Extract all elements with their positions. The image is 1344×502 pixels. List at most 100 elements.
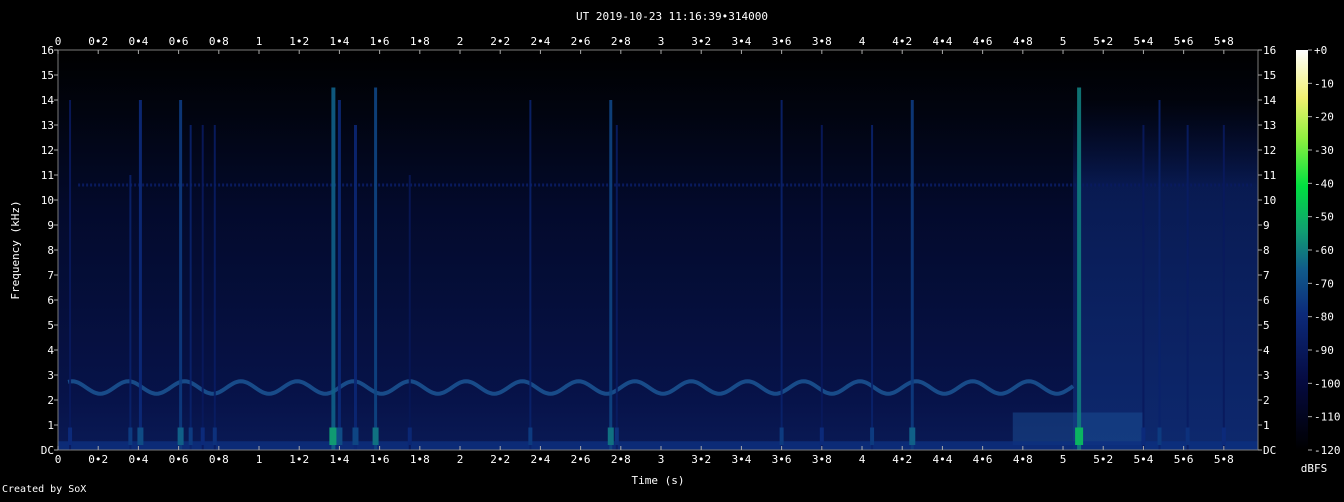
x-tick-label-bottom: 3 xyxy=(658,453,665,466)
colorbar-tick-label: -60 xyxy=(1314,244,1334,257)
colorbar-tick-label: -30 xyxy=(1314,144,1334,157)
x-tick-label-top: 5•2 xyxy=(1093,35,1113,48)
x-tick-label-top: 0•6 xyxy=(169,35,189,48)
x-tick-label-bottom: 1•2 xyxy=(289,453,309,466)
transient-base xyxy=(128,427,133,445)
transient-streak xyxy=(529,100,532,450)
colorbar-tick-label: -20 xyxy=(1314,111,1334,124)
x-tick-label-bottom: 0 xyxy=(55,453,62,466)
y-tick-label-left: 13 xyxy=(41,119,54,132)
transient-streak xyxy=(1142,125,1145,450)
x-tick-label-bottom: 2•8 xyxy=(611,453,631,466)
x-tick-label-top: 4 xyxy=(859,35,866,48)
transient-streak xyxy=(374,87,378,450)
x-tick-label-bottom: 0•2 xyxy=(88,453,108,466)
x-tick-label-bottom: 1•6 xyxy=(370,453,390,466)
y-tick-label-right: 15 xyxy=(1263,69,1276,82)
x-tick-label-top: 2 xyxy=(457,35,464,48)
y-tick-label-left: 14 xyxy=(41,94,55,107)
x-tick-label-bottom: 2 xyxy=(457,453,464,466)
transient-streak xyxy=(1158,100,1161,450)
transient-base xyxy=(1141,427,1146,445)
transient-base xyxy=(909,427,916,445)
transient-streak xyxy=(910,100,914,450)
transient-base xyxy=(528,427,533,445)
transient-streak xyxy=(129,175,132,450)
x-tick-label-bottom: 5•8 xyxy=(1214,453,1234,466)
x-tick-label-top: 1•6 xyxy=(370,35,390,48)
transient-streak xyxy=(871,125,874,450)
transient-streak xyxy=(1222,125,1225,450)
x-tick-label-top: 0 xyxy=(55,35,62,48)
transient-base xyxy=(336,427,343,445)
x-tick-label-top: 1•2 xyxy=(289,35,309,48)
y-tick-label-left: 9 xyxy=(47,219,54,232)
x-tick-label-bottom: 3•2 xyxy=(691,453,711,466)
y-axis-label: Frequency (kHz) xyxy=(9,200,22,299)
transient-streak xyxy=(408,175,411,450)
y-tick-label-left: 8 xyxy=(47,244,54,257)
y-tick-label-right: 10 xyxy=(1263,194,1276,207)
x-tick-label-top: 4•2 xyxy=(892,35,912,48)
transient-streak xyxy=(69,100,72,450)
transient-streak xyxy=(820,125,823,450)
transient-base xyxy=(177,427,184,445)
x-tick-label-bottom: 3•8 xyxy=(812,453,832,466)
transient-base xyxy=(352,427,359,445)
y-tick-label-right: 1 xyxy=(1263,419,1270,432)
x-tick-label-bottom: 2•4 xyxy=(530,453,550,466)
y-tick-label-right: 2 xyxy=(1263,394,1270,407)
x-tick-label-top: 2•4 xyxy=(530,35,550,48)
y-tick-label-left: 15 xyxy=(41,69,54,82)
y-tick-label-right: 6 xyxy=(1263,294,1270,307)
colorbar-tick-label: -70 xyxy=(1314,277,1334,290)
y-tick-label-right: 8 xyxy=(1263,244,1270,257)
transient-streak xyxy=(213,125,216,450)
colorbar-ticks: +0 -10 -20 -30 -40 -50 -60 -70 -80 -90 -100 -110 -12… xyxy=(1308,44,1341,457)
transient-base xyxy=(137,427,144,445)
y-tick-label-right: 16 xyxy=(1263,44,1276,57)
transient-base xyxy=(1075,427,1084,445)
y-tick-label-left: 12 xyxy=(41,144,54,157)
x-tick-label-bottom: 0•6 xyxy=(169,453,189,466)
transient-base xyxy=(407,427,412,445)
transient-base xyxy=(614,427,619,445)
transient-streak xyxy=(189,125,192,450)
x-tick-label-bottom: 5•2 xyxy=(1093,453,1113,466)
y-tick-label-left: 3 xyxy=(47,369,54,382)
x-tick-label-top: 3 xyxy=(658,35,665,48)
transient-base xyxy=(212,427,217,445)
y-tick-label-left: 5 xyxy=(47,319,54,332)
x-tick-label-top: 5•8 xyxy=(1214,35,1234,48)
x-tick-label-bottom: 4 xyxy=(859,453,866,466)
x-tick-label-top: 0•4 xyxy=(128,35,148,48)
colorbar-tick-label: -90 xyxy=(1314,344,1334,357)
y-tick-label-left: 7 xyxy=(47,269,54,282)
x-tick-label-bottom: 4•2 xyxy=(892,453,912,466)
y-tick-label-right: 7 xyxy=(1263,269,1270,282)
x-tick-label-bottom: 5•6 xyxy=(1174,453,1194,466)
transient-base xyxy=(870,427,875,445)
x-tick-label-top: 5 xyxy=(1060,35,1067,48)
x-tick-label-bottom: 4•6 xyxy=(973,453,993,466)
spectrogram-figure: UT 2019-10-23 11:16:39•314000 0 0 0•2 0•2 0•… xyxy=(0,0,1344,498)
x-tick-label-top: 2•2 xyxy=(490,35,510,48)
x-tick-label-top: 4•8 xyxy=(1013,35,1033,48)
x-tick-label-top: 3•8 xyxy=(812,35,832,48)
colorbar-tick-label: -110 xyxy=(1314,411,1341,424)
colorbar-tick-label: -40 xyxy=(1314,177,1334,190)
x-tick-label-top: 2•8 xyxy=(611,35,631,48)
x-tick-label-top: 0•2 xyxy=(88,35,108,48)
transient-base xyxy=(188,427,193,445)
x-tick-label-bottom: 5•4 xyxy=(1133,453,1153,466)
y-tick-label-left: 16 xyxy=(41,44,54,57)
x-tick-label-top: 1•4 xyxy=(329,35,349,48)
y-tick-label-right: 11 xyxy=(1263,169,1276,182)
y-tick-label-right: DC xyxy=(1263,444,1276,457)
y-tick-label-right: 9 xyxy=(1263,219,1270,232)
y-tick-label-left: 2 xyxy=(47,394,54,407)
x-tick-label-top: 3•6 xyxy=(772,35,792,48)
transient-streak xyxy=(1186,125,1189,450)
y-tick-label-left: 10 xyxy=(41,194,54,207)
y-tick-label-left: 6 xyxy=(47,294,54,307)
